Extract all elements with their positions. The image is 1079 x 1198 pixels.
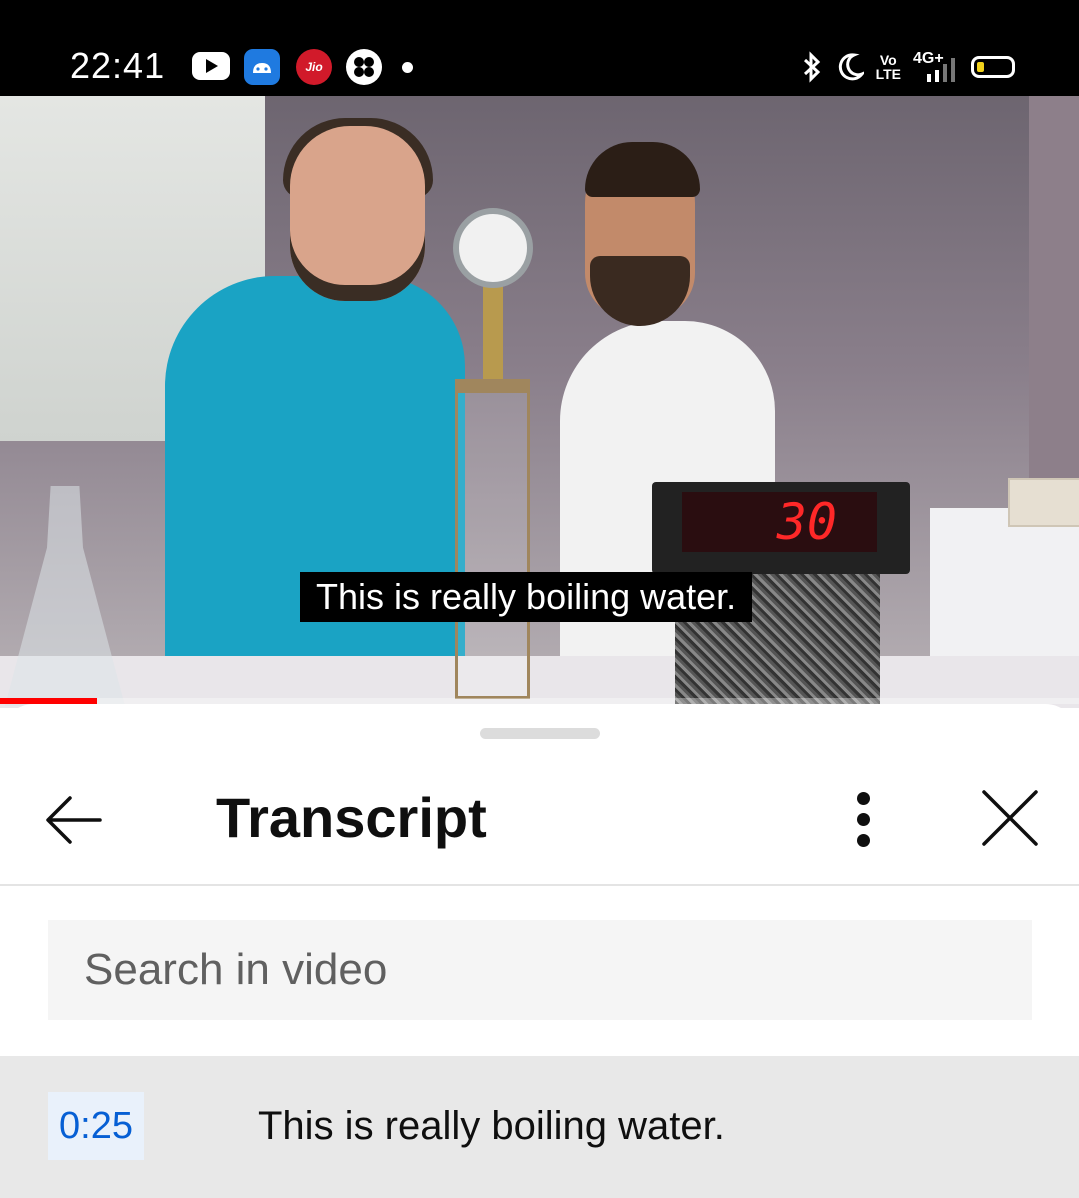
moon-icon xyxy=(838,53,864,81)
jio-icon: Jio xyxy=(296,49,332,85)
youtube-icon xyxy=(192,52,230,80)
bluetooth-icon xyxy=(803,51,820,83)
drag-handle[interactable] xyxy=(480,728,600,739)
more-vert-icon-dot-1 xyxy=(857,792,870,805)
signal-icon: 4G+ xyxy=(913,50,959,84)
android-icon xyxy=(244,49,280,85)
arrow-left-icon xyxy=(46,796,102,844)
status-right-icons: Vo LTE 4G+ xyxy=(800,48,1015,86)
volte-top: Vo xyxy=(879,52,897,68)
video-person-right-beard xyxy=(590,256,690,326)
battery-icon xyxy=(971,56,1015,78)
transcript-segment[interactable]: 0:25 This is really boiling water. xyxy=(0,1056,1079,1198)
video-timer-display: 30 xyxy=(652,482,910,574)
video-cylinder xyxy=(455,379,530,699)
video-pipe xyxy=(483,286,503,381)
video-scene-device xyxy=(1008,478,1079,527)
video-caption: This is really boiling water. xyxy=(300,572,753,622)
dot-icon xyxy=(402,62,413,73)
game-icon xyxy=(346,49,382,85)
status-time: 22:41 xyxy=(70,45,166,86)
more-options-button[interactable] xyxy=(840,782,886,858)
more-vert-icon-dot-2 xyxy=(857,813,870,826)
volte-icon: Vo LTE xyxy=(876,53,901,81)
video-player[interactable]: 30 This is really boiling water. xyxy=(0,96,1079,708)
close-button[interactable] xyxy=(978,786,1042,850)
transcript-panel: Transcript 0:25 This is really boiling w… xyxy=(0,704,1079,1198)
more-vert-icon-dot-3 xyxy=(857,834,870,847)
search-in-video-input[interactable] xyxy=(48,920,1032,1020)
video-person-left xyxy=(165,276,465,706)
video-flask xyxy=(5,486,125,706)
segment-timestamp[interactable]: 0:25 xyxy=(48,1092,144,1160)
back-button[interactable] xyxy=(40,792,106,848)
volte-bottom: LTE xyxy=(875,66,901,82)
video-timer-value: 30 xyxy=(682,492,877,552)
status-bar: 22:41 Jio Vo LTE 4G+ xyxy=(0,0,1079,96)
video-person-left-head xyxy=(290,126,425,301)
pressure-gauge-icon xyxy=(453,208,533,288)
close-icon xyxy=(982,790,1038,846)
segment-text: This is really boiling water. xyxy=(258,1104,725,1148)
video-person-right-hair xyxy=(585,142,700,197)
transcript-title: Transcript xyxy=(216,786,487,849)
transcript-header: Transcript xyxy=(0,764,1079,886)
